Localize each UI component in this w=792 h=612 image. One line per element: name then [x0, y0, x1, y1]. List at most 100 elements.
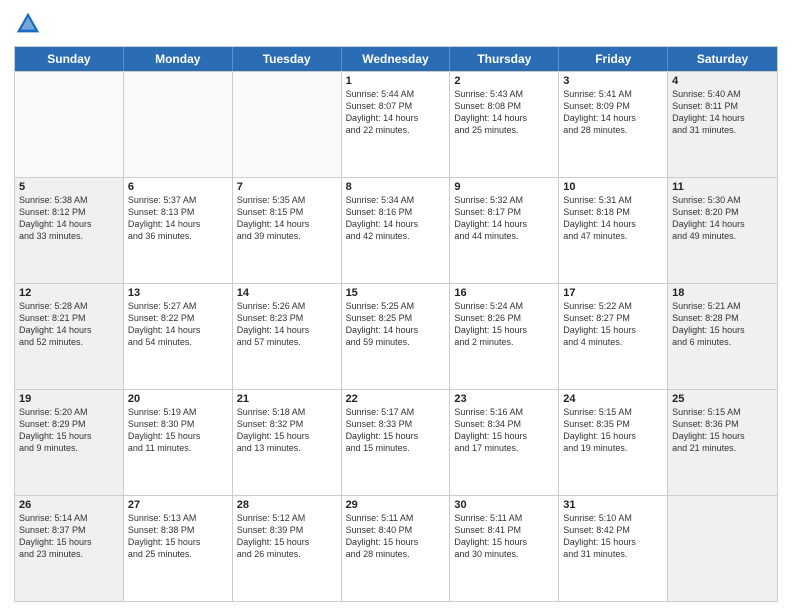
calendar-body: 1Sunrise: 5:44 AM Sunset: 8:07 PM Daylig…	[15, 71, 777, 601]
cal-cell-day-27: 27Sunrise: 5:13 AM Sunset: 8:38 PM Dayli…	[124, 496, 233, 601]
cal-cell-empty-0-1	[124, 72, 233, 177]
cal-cell-day-30: 30Sunrise: 5:11 AM Sunset: 8:41 PM Dayli…	[450, 496, 559, 601]
cell-info: Sunrise: 5:28 AM Sunset: 8:21 PM Dayligh…	[19, 300, 119, 349]
cal-cell-day-13: 13Sunrise: 5:27 AM Sunset: 8:22 PM Dayli…	[124, 284, 233, 389]
cell-info: Sunrise: 5:24 AM Sunset: 8:26 PM Dayligh…	[454, 300, 554, 349]
day-number: 16	[454, 287, 554, 299]
cell-info: Sunrise: 5:30 AM Sunset: 8:20 PM Dayligh…	[672, 194, 773, 243]
day-number: 23	[454, 393, 554, 405]
day-number: 10	[563, 181, 663, 193]
cell-info: Sunrise: 5:35 AM Sunset: 8:15 PM Dayligh…	[237, 194, 337, 243]
calendar: SundayMondayTuesdayWednesdayThursdayFrid…	[14, 46, 778, 602]
cell-info: Sunrise: 5:44 AM Sunset: 8:07 PM Dayligh…	[346, 88, 446, 137]
cal-row-3: 19Sunrise: 5:20 AM Sunset: 8:29 PM Dayli…	[15, 389, 777, 495]
cell-info: Sunrise: 5:31 AM Sunset: 8:18 PM Dayligh…	[563, 194, 663, 243]
cal-cell-day-1: 1Sunrise: 5:44 AM Sunset: 8:07 PM Daylig…	[342, 72, 451, 177]
day-number: 28	[237, 499, 337, 511]
cal-cell-day-7: 7Sunrise: 5:35 AM Sunset: 8:15 PM Daylig…	[233, 178, 342, 283]
cal-header-friday: Friday	[559, 47, 668, 71]
day-number: 7	[237, 181, 337, 193]
day-number: 25	[672, 393, 773, 405]
cal-cell-day-19: 19Sunrise: 5:20 AM Sunset: 8:29 PM Dayli…	[15, 390, 124, 495]
cal-cell-day-26: 26Sunrise: 5:14 AM Sunset: 8:37 PM Dayli…	[15, 496, 124, 601]
cell-info: Sunrise: 5:40 AM Sunset: 8:11 PM Dayligh…	[672, 88, 773, 137]
cal-cell-empty-0-0	[15, 72, 124, 177]
cell-info: Sunrise: 5:18 AM Sunset: 8:32 PM Dayligh…	[237, 406, 337, 455]
day-number: 22	[346, 393, 446, 405]
cell-info: Sunrise: 5:37 AM Sunset: 8:13 PM Dayligh…	[128, 194, 228, 243]
cal-cell-day-4: 4Sunrise: 5:40 AM Sunset: 8:11 PM Daylig…	[668, 72, 777, 177]
cal-cell-day-3: 3Sunrise: 5:41 AM Sunset: 8:09 PM Daylig…	[559, 72, 668, 177]
cal-cell-day-22: 22Sunrise: 5:17 AM Sunset: 8:33 PM Dayli…	[342, 390, 451, 495]
day-number: 31	[563, 499, 663, 511]
cal-cell-day-11: 11Sunrise: 5:30 AM Sunset: 8:20 PM Dayli…	[668, 178, 777, 283]
day-number: 3	[563, 75, 663, 87]
day-number: 15	[346, 287, 446, 299]
cal-header-thursday: Thursday	[450, 47, 559, 71]
day-number: 27	[128, 499, 228, 511]
cal-header-wednesday: Wednesday	[342, 47, 451, 71]
cal-cell-day-31: 31Sunrise: 5:10 AM Sunset: 8:42 PM Dayli…	[559, 496, 668, 601]
day-number: 13	[128, 287, 228, 299]
day-number: 8	[346, 181, 446, 193]
cal-cell-day-6: 6Sunrise: 5:37 AM Sunset: 8:13 PM Daylig…	[124, 178, 233, 283]
cal-row-0: 1Sunrise: 5:44 AM Sunset: 8:07 PM Daylig…	[15, 71, 777, 177]
cal-cell-day-28: 28Sunrise: 5:12 AM Sunset: 8:39 PM Dayli…	[233, 496, 342, 601]
day-number: 4	[672, 75, 773, 87]
cal-row-1: 5Sunrise: 5:38 AM Sunset: 8:12 PM Daylig…	[15, 177, 777, 283]
cell-info: Sunrise: 5:41 AM Sunset: 8:09 PM Dayligh…	[563, 88, 663, 137]
cell-info: Sunrise: 5:10 AM Sunset: 8:42 PM Dayligh…	[563, 512, 663, 561]
day-number: 19	[19, 393, 119, 405]
cell-info: Sunrise: 5:16 AM Sunset: 8:34 PM Dayligh…	[454, 406, 554, 455]
cell-info: Sunrise: 5:11 AM Sunset: 8:40 PM Dayligh…	[346, 512, 446, 561]
day-number: 2	[454, 75, 554, 87]
day-number: 30	[454, 499, 554, 511]
day-number: 18	[672, 287, 773, 299]
page: SundayMondayTuesdayWednesdayThursdayFrid…	[0, 0, 792, 612]
cell-info: Sunrise: 5:21 AM Sunset: 8:28 PM Dayligh…	[672, 300, 773, 349]
day-number: 9	[454, 181, 554, 193]
cal-cell-day-17: 17Sunrise: 5:22 AM Sunset: 8:27 PM Dayli…	[559, 284, 668, 389]
cell-info: Sunrise: 5:17 AM Sunset: 8:33 PM Dayligh…	[346, 406, 446, 455]
cal-cell-day-8: 8Sunrise: 5:34 AM Sunset: 8:16 PM Daylig…	[342, 178, 451, 283]
cell-info: Sunrise: 5:13 AM Sunset: 8:38 PM Dayligh…	[128, 512, 228, 561]
cal-cell-day-24: 24Sunrise: 5:15 AM Sunset: 8:35 PM Dayli…	[559, 390, 668, 495]
day-number: 1	[346, 75, 446, 87]
cell-info: Sunrise: 5:38 AM Sunset: 8:12 PM Dayligh…	[19, 194, 119, 243]
day-number: 26	[19, 499, 119, 511]
day-number: 17	[563, 287, 663, 299]
cal-row-2: 12Sunrise: 5:28 AM Sunset: 8:21 PM Dayli…	[15, 283, 777, 389]
cal-header-tuesday: Tuesday	[233, 47, 342, 71]
cal-header-saturday: Saturday	[668, 47, 777, 71]
cal-cell-day-10: 10Sunrise: 5:31 AM Sunset: 8:18 PM Dayli…	[559, 178, 668, 283]
day-number: 21	[237, 393, 337, 405]
cell-info: Sunrise: 5:20 AM Sunset: 8:29 PM Dayligh…	[19, 406, 119, 455]
cal-cell-day-25: 25Sunrise: 5:15 AM Sunset: 8:36 PM Dayli…	[668, 390, 777, 495]
cal-row-4: 26Sunrise: 5:14 AM Sunset: 8:37 PM Dayli…	[15, 495, 777, 601]
cal-header-sunday: Sunday	[15, 47, 124, 71]
cell-info: Sunrise: 5:34 AM Sunset: 8:16 PM Dayligh…	[346, 194, 446, 243]
cal-cell-day-9: 9Sunrise: 5:32 AM Sunset: 8:17 PM Daylig…	[450, 178, 559, 283]
day-number: 20	[128, 393, 228, 405]
cell-info: Sunrise: 5:22 AM Sunset: 8:27 PM Dayligh…	[563, 300, 663, 349]
day-number: 5	[19, 181, 119, 193]
day-number: 12	[19, 287, 119, 299]
day-number: 24	[563, 393, 663, 405]
logo-icon	[14, 10, 42, 38]
cell-info: Sunrise: 5:15 AM Sunset: 8:35 PM Dayligh…	[563, 406, 663, 455]
cal-cell-day-21: 21Sunrise: 5:18 AM Sunset: 8:32 PM Dayli…	[233, 390, 342, 495]
cal-cell-day-16: 16Sunrise: 5:24 AM Sunset: 8:26 PM Dayli…	[450, 284, 559, 389]
cell-info: Sunrise: 5:25 AM Sunset: 8:25 PM Dayligh…	[346, 300, 446, 349]
cell-info: Sunrise: 5:27 AM Sunset: 8:22 PM Dayligh…	[128, 300, 228, 349]
cal-cell-day-29: 29Sunrise: 5:11 AM Sunset: 8:40 PM Dayli…	[342, 496, 451, 601]
day-number: 29	[346, 499, 446, 511]
cell-info: Sunrise: 5:15 AM Sunset: 8:36 PM Dayligh…	[672, 406, 773, 455]
cell-info: Sunrise: 5:14 AM Sunset: 8:37 PM Dayligh…	[19, 512, 119, 561]
cal-cell-day-15: 15Sunrise: 5:25 AM Sunset: 8:25 PM Dayli…	[342, 284, 451, 389]
cell-info: Sunrise: 5:43 AM Sunset: 8:08 PM Dayligh…	[454, 88, 554, 137]
cell-info: Sunrise: 5:11 AM Sunset: 8:41 PM Dayligh…	[454, 512, 554, 561]
cal-cell-empty-0-2	[233, 72, 342, 177]
cal-cell-day-20: 20Sunrise: 5:19 AM Sunset: 8:30 PM Dayli…	[124, 390, 233, 495]
cal-cell-day-14: 14Sunrise: 5:26 AM Sunset: 8:23 PM Dayli…	[233, 284, 342, 389]
cal-cell-day-23: 23Sunrise: 5:16 AM Sunset: 8:34 PM Dayli…	[450, 390, 559, 495]
